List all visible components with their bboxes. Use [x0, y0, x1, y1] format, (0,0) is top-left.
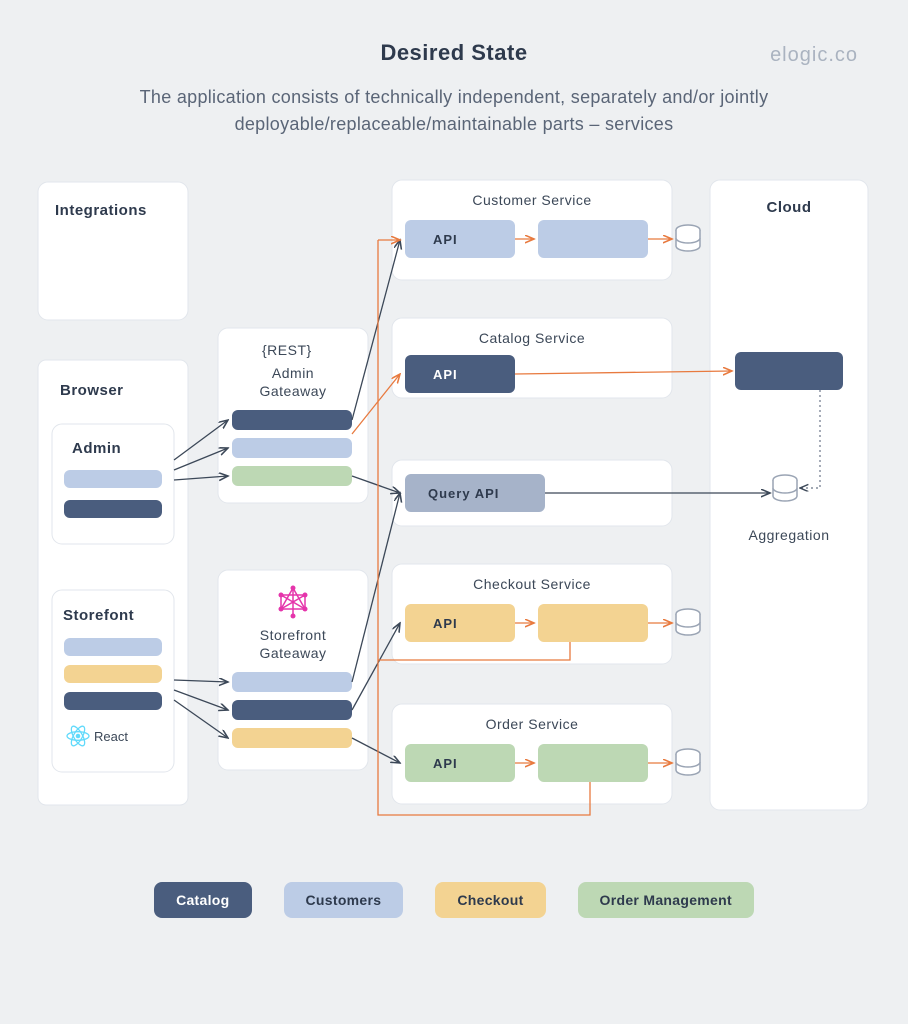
cloud-label: Cloud — [767, 199, 812, 216]
order-logic-block — [538, 744, 648, 782]
query-api-label: Query API — [428, 486, 499, 501]
legend-order: Order Management — [578, 882, 754, 918]
react-label: React — [94, 729, 128, 744]
brand-label: elogic.co — [770, 44, 858, 67]
storefront-bar-checkout — [64, 665, 162, 683]
checkout-api-label: API — [433, 616, 458, 631]
customer-logic-block — [538, 220, 648, 258]
checkout-api-block — [405, 604, 515, 642]
checkout-logic-block — [538, 604, 648, 642]
admin-gw-bar-catalog — [232, 410, 352, 430]
checkout-service-title: Checkout Service — [473, 576, 591, 592]
order-api-label: API — [433, 756, 458, 771]
admin-gateway-label-1: Admin — [272, 365, 314, 381]
storefront-gateway-label-2: Gateaway — [259, 645, 326, 661]
storefront-bar-customers — [64, 638, 162, 656]
admin-bar-catalog — [64, 500, 162, 518]
catalog-service-title: Catalog Service — [479, 330, 585, 346]
diagram-canvas: Integrations Browser Admin Storefont Rea… — [0, 160, 908, 900]
customer-api-block — [405, 220, 515, 258]
sf-gw-bar-checkout — [232, 728, 352, 748]
storefront-bar-catalog — [64, 692, 162, 710]
cloud-catalog-block — [735, 352, 843, 390]
db-icon-checkout — [676, 609, 700, 635]
admin-bar-customers — [64, 470, 162, 488]
customer-api-label: API — [433, 232, 458, 247]
order-api-block — [405, 744, 515, 782]
db-icon-order — [676, 749, 700, 775]
catalog-api-block — [405, 355, 515, 393]
db-icon-aggregation — [773, 475, 797, 501]
admin-gw-bar-order — [232, 466, 352, 486]
legend-customers: Customers — [284, 882, 404, 918]
customer-service-title: Customer Service — [472, 192, 591, 208]
storefront-gateway-label-1: Storefront — [260, 627, 326, 643]
storefront-label: Storefont — [63, 607, 134, 624]
diagram-subtitle: The application consists of technically … — [60, 84, 848, 138]
sf-gw-bar-customers — [232, 672, 352, 692]
db-icon-customer — [676, 225, 700, 251]
admin-label: Admin — [72, 440, 121, 457]
legend-catalog: Catalog — [154, 882, 251, 918]
browser-label: Browser — [60, 382, 124, 399]
admin-gw-bar-customers — [232, 438, 352, 458]
catalog-api-label: API — [433, 367, 458, 382]
sf-gw-bar-catalog — [232, 700, 352, 720]
rest-label: {REST} — [262, 342, 312, 358]
aggregation-label: Aggregation — [748, 527, 829, 543]
order-service-title: Order Service — [486, 716, 579, 732]
integrations-label: Integrations — [55, 202, 147, 219]
legend-checkout: Checkout — [435, 882, 545, 918]
legend: Catalog Customers Checkout Order Managem… — [0, 882, 908, 918]
admin-gateway-label-2: Gateaway — [259, 383, 326, 399]
